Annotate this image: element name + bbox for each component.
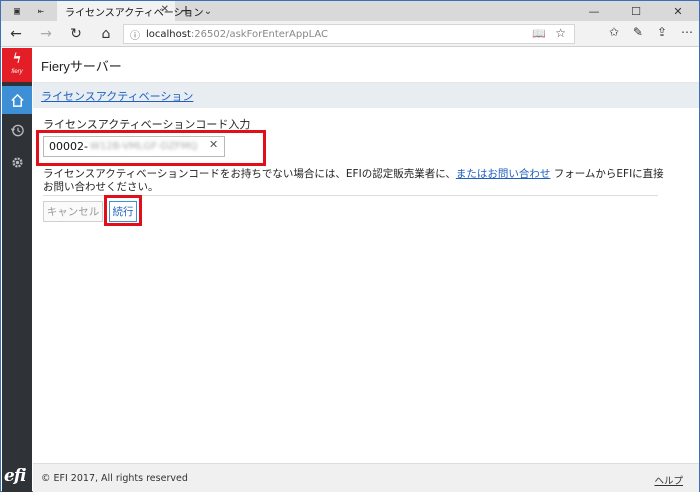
sidebar-item-home[interactable] [2, 86, 32, 114]
home-icon [10, 93, 24, 107]
toolbar-right: ✩ ✎ ⇪ ⋯ [609, 25, 693, 39]
fiery-logo-text: fiery [11, 69, 23, 75]
url-path: :26502/askForEnterAppLAC [190, 28, 329, 40]
home-icon[interactable]: ⌂ [91, 26, 121, 42]
help-text-before: ライセンスアクティベーションコードをお持ちでない場合には、EFIの認定販売業者に… [43, 168, 456, 180]
maximize-button[interactable]: ☐ [615, 1, 657, 21]
tab-bar: ▣ ⇤ ライセンスアクティベーション ✕ + ⌄ — ☐ ✕ [1, 1, 699, 21]
info-icon[interactable]: ⓘ [130, 27, 140, 42]
continue-button[interactable]: 続行 [109, 201, 137, 222]
tab-title: ライセンスアクティベーション [65, 7, 204, 19]
app-sidebar: ϟ fiery efi [2, 48, 32, 492]
footer: © EFI 2017, All rights reserved ヘルプ [33, 463, 699, 492]
restore-tabs-icon[interactable]: ⇤ [38, 6, 44, 17]
minimize-button[interactable]: — [573, 1, 615, 21]
tab-active[interactable]: ライセンスアクティベーション ✕ [57, 1, 204, 21]
reading-view-icon[interactable]: 📖 [532, 27, 546, 40]
refresh-icon[interactable]: ↻ [61, 26, 91, 42]
breadcrumb: ライセンスアクティベーション [33, 83, 699, 108]
main-content: ライセンスアクティベーションコード入力 00002- W12B-VMLGF-DZ… [33, 108, 699, 463]
page-title: Fieryサーバー [41, 58, 122, 74]
history-icon [10, 124, 24, 136]
close-window-button[interactable]: ✕ [657, 1, 699, 21]
pen-icon[interactable]: ✎ [633, 25, 643, 39]
back-icon[interactable]: ← [1, 26, 31, 42]
tab-close-icon[interactable]: ✕ [161, 4, 169, 15]
breadcrumb-license-activation[interactable]: ライセンスアクティベーション [41, 88, 193, 104]
sidebar-item-settings[interactable] [2, 148, 32, 176]
copyright-text: © EFI 2017, All rights reserved [41, 472, 188, 484]
navigation-bar: ← → ↻ ⌂ ⓘ localhost :26502/askForEnterAp… [1, 21, 699, 47]
browser-window: ▣ ⇤ ライセンスアクティベーション ✕ + ⌄ — ☐ ✕ ← → ↻ ⌂ ⓘ… [0, 0, 700, 492]
sidebar-item-history[interactable] [2, 116, 32, 144]
fiery-logo-mark: ϟ [12, 51, 22, 67]
tab-actions: ▣ ⇤ [1, 1, 57, 21]
help-link[interactable]: ヘルプ [654, 473, 683, 487]
gear-icon [11, 156, 23, 168]
contact-link[interactable]: またはお問い合わせ [456, 168, 551, 180]
fiery-logo: ϟ fiery [2, 48, 32, 82]
share-icon[interactable]: ⇪ [657, 25, 667, 39]
address-bar[interactable]: ⓘ localhost :26502/askForEnterAppLAC 📖 ☆ [123, 24, 575, 44]
url-host: localhost [146, 28, 191, 40]
star-icon[interactable]: ☆ [555, 26, 566, 40]
forward-icon[interactable]: → [31, 26, 61, 42]
help-text: ライセンスアクティベーションコードをお持ちでない場合には、EFIの認定販売業者に… [43, 168, 673, 194]
cancel-button[interactable]: キャンセル [43, 201, 103, 222]
clear-input-icon[interactable]: ✕ [209, 138, 218, 151]
input-value-obscured: W12B-VMLGF-DZFMQ [89, 141, 198, 152]
more-icon[interactable]: ⋯ [681, 25, 693, 39]
tabs-aside-icon[interactable]: ▣ [14, 6, 20, 17]
input-value-prefix: 00002- [49, 140, 88, 153]
efi-logo: efi [4, 466, 27, 486]
app-header: Fieryサーバー [33, 48, 699, 83]
activation-code-input[interactable]: 00002- W12B-VMLGF-DZFMQ [43, 136, 225, 157]
favorites-icon[interactable]: ✩ [609, 25, 619, 39]
